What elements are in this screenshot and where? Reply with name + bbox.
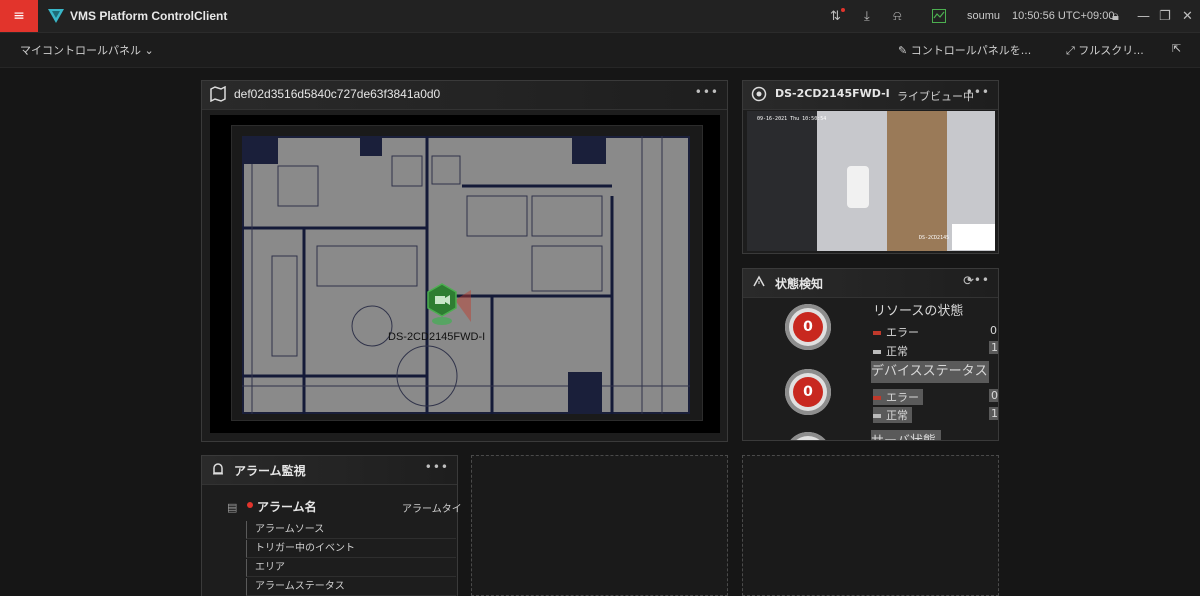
edit-panel-button[interactable]: ✎ コントロールパネルを... [898,42,1031,58]
server-heading: サーバ状態 [871,430,941,440]
live-status: ライブビュー中 [897,90,974,103]
alarm-type-header[interactable]: アラームタイ [402,500,462,515]
status-panel-header: 状態検知 ⟳ ••• [743,269,998,298]
lock-icon[interactable]: 🔒︎ [1112,9,1119,24]
resource-error-count: 0 [990,324,997,337]
floor-plan [242,136,690,414]
alarm-panel-header: アラーム監視 ••• [202,456,457,485]
alarm-icon [213,463,223,475]
empty-panel-slot[interactable] [742,455,999,596]
map-frame: DS-2CD2145FWD-I [231,125,703,421]
status-panel: 状態検知 ⟳ ••• 0 0 リソースの状態 エラー 0 正常 1 デバイスステ… [742,268,999,441]
alarm-bell-icon[interactable]: ⍾ [893,9,902,24]
alarm-row: アラームステータス [246,578,456,596]
map-view[interactable]: DS-2CD2145FWD-I [210,115,720,433]
pencil-icon: ✎ [898,44,911,57]
resource-normal-count: 1 [989,341,998,354]
notification-dot [841,8,845,12]
clock: 10:50:56 UTC+09:00 [1012,10,1115,22]
map-panel-title: def02d3516d5840c727de63f3841a0d0 [234,87,441,101]
monitor-icon[interactable] [932,9,946,23]
device-error-count: 0 [989,389,998,402]
resource-normal: 正常 [873,343,908,359]
alarm-name-header[interactable]: アラーム名 [257,498,317,515]
map-panel: def02d3516d5840c727de63f3841a0d0 ••• DS-… [201,80,728,442]
transfer-icon[interactable]: ⇅ [830,9,841,24]
device-heading: デバイスステータス [871,361,989,383]
popout-icon[interactable]: ⇱ [1172,42,1181,55]
resource-heading: リソースの状態 [873,304,964,319]
alarm-row: エリア [246,559,456,577]
video-dark-area [747,111,817,251]
empty-panel-slot[interactable] [471,455,728,596]
alarm-row: アラームソース [246,521,456,539]
minimize-icon[interactable]: — [1137,9,1150,24]
camera-icon [751,86,767,102]
title-bar: ≡ VMS Platform ControlClient ⇅ ⤓ ⍾ soumu… [0,0,1200,33]
restore-icon[interactable]: ❐ [1159,9,1171,24]
panel-selector[interactable]: マイコントロールパネル ⌄ [20,42,154,58]
camera-marker-icon[interactable] [425,282,471,328]
alarm-panel-title: アラーム監視 [234,464,306,478]
expand-icon: ⤢ [1066,44,1079,57]
status-panel-title: 状態検知 [775,277,824,291]
more-options-icon[interactable]: ••• [425,460,449,474]
more-options-icon[interactable]: ••• [966,85,990,99]
chevron-down-icon: ⌄ [144,44,154,57]
camera-panel-title: DS-2CD2145FWD-I [775,87,890,100]
menu-button[interactable]: ≡ [0,0,38,32]
device-error: エラー [873,389,923,405]
fullscreen-button[interactable]: ⤢ フルスクリ... [1066,42,1144,58]
map-panel-header: def02d3516d5840c727de63f3841a0d0 ••• [202,81,727,110]
app-title: VMS Platform ControlClient [70,9,228,23]
video-mask [952,224,995,250]
resource-gauge: 0 [785,304,831,350]
alarm-status-dot [247,502,253,508]
resource-error: エラー [873,324,919,340]
download-icon[interactable]: ⤓ [864,9,870,24]
video-door [887,111,947,251]
status-icon [753,275,765,287]
close-icon[interactable]: ✕ [1182,9,1193,24]
server-gauge [785,432,831,440]
camera-panel-header: DS-2CD2145FWD-I ライブビュー中 ••• [743,81,998,110]
more-options-icon[interactable]: ••• [966,273,990,287]
more-options-icon[interactable]: ••• [695,85,719,99]
alarm-list-icon: ▤ [227,501,238,514]
device-gauge: 0 [785,369,831,415]
alarm-row: トリガー中のイベント [246,540,456,558]
device-normal: 正常 [873,407,912,423]
control-panel-bar: マイコントロールパネル ⌄ ✎ コントロールパネルを... ⤢ フルスクリ...… [0,33,1200,68]
camera-panel: DS-2CD2145FWD-I ライブビュー中 ••• 09-16-2021 T… [742,80,999,254]
camera-marker-label: DS-2CD2145FWD-I [388,331,486,343]
live-video[interactable]: 09-16-2021 Thu 10:50:54 DS-2CD2145 [747,111,995,251]
device-normal-count: 1 [989,407,998,420]
video-device [847,166,869,208]
video-osd-name: DS-2CD2145 [919,235,950,241]
app-logo-icon [48,9,64,23]
video-osd-time: 09-16-2021 Thu 10:50:54 [757,116,827,122]
user-name[interactable]: soumu [967,10,1000,22]
map-icon [210,86,226,102]
